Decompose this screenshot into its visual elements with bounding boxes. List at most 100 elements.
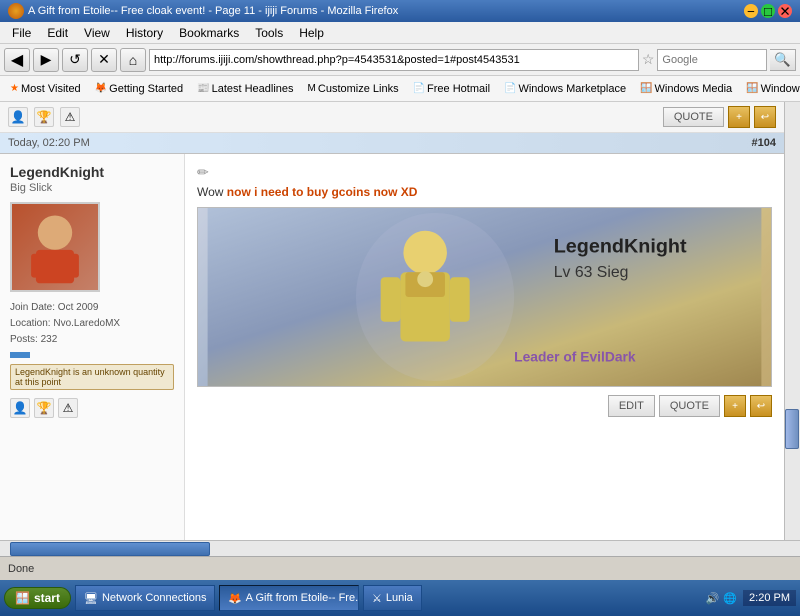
user-icons-bottom: 👤 🏆 ⚠: [10, 398, 174, 418]
network-icon: 🖥: [84, 592, 98, 605]
scrollbar-thumb-horizontal[interactable]: [10, 542, 210, 556]
svg-text:LegendKnight: LegendKnight: [554, 236, 687, 258]
scrollbar-thumb-vertical[interactable]: [785, 409, 799, 449]
menu-file[interactable]: File: [4, 24, 39, 42]
quote-top-button[interactable]: QUOTE: [663, 107, 724, 127]
firefox-bookmark-icon: 🦊: [95, 83, 107, 94]
join-date: Join Date: Oct 2009: [10, 300, 174, 316]
post-text-bold: now i need to buy gcoins now XD: [227, 185, 418, 199]
scrollbar-vertical[interactable]: [784, 102, 800, 540]
user-bar: [10, 352, 30, 358]
svg-text:Leader of EvilDark: Leader of EvilDark: [514, 348, 636, 364]
bookmark-windows-media[interactable]: 🪟 Windows Media: [634, 81, 738, 97]
small-bottom-btn-2[interactable]: ↩: [750, 395, 772, 417]
bookmark-customize-links[interactable]: M Customize Links: [302, 81, 405, 97]
search-input[interactable]: [657, 49, 767, 71]
taskbar-item-network[interactable]: 🖥 Network Connections: [75, 585, 215, 611]
bookmark-label: Windows: [761, 83, 800, 95]
post-body: ✏ Wow now i need to buy gcoins now XD: [185, 154, 784, 540]
back-button[interactable]: ◀: [4, 48, 30, 72]
user-icon-alert-bottom: ⚠: [58, 398, 78, 418]
post-text: Wow now i need to buy gcoins now XD: [197, 185, 772, 199]
volume-icon: 🌐: [723, 592, 737, 605]
customize-icon: M: [308, 83, 316, 94]
quote-bottom-button[interactable]: QUOTE: [659, 395, 720, 417]
svg-text:Lv 63 Sieg: Lv 63 Sieg: [554, 264, 629, 281]
post-actions-body-bottom: EDIT QUOTE + ↩: [197, 395, 772, 417]
window-title: A Gift from Etoile-- Free cloak event! -…: [28, 5, 398, 17]
marketplace-icon: 📄: [504, 83, 516, 94]
bookmarks-bar: ★ Most Visited 🦊 Getting Started 📰 Lates…: [0, 76, 800, 102]
user-icon-award: 🏆: [34, 107, 54, 127]
rss-icon: 📰: [197, 83, 209, 94]
taskbar-firefox-icon: 🦊: [228, 592, 242, 605]
stop-button[interactable]: ✕: [91, 48, 117, 72]
menu-bookmarks[interactable]: Bookmarks: [171, 24, 247, 42]
small-action-btn-1[interactable]: +: [728, 106, 750, 128]
close-button[interactable]: ✕: [778, 4, 792, 18]
taskbar-system-icons: 🔊 🌐: [706, 592, 737, 605]
address-bar[interactable]: [149, 49, 639, 71]
small-bottom-btn-1[interactable]: +: [724, 395, 746, 417]
title-bar: A Gift from Etoile-- Free cloak event! -…: [0, 0, 800, 22]
menu-view[interactable]: View: [76, 24, 118, 42]
forward-button[interactable]: ▶: [33, 48, 59, 72]
username: LegendKnight: [10, 164, 174, 180]
menu-help[interactable]: Help: [291, 24, 332, 42]
browser-content: 👤 🏆 ⚠ QUOTE + ↩ Today, 02:20 PM #104 Leg…: [0, 102, 800, 540]
small-action-btn-2[interactable]: ↩: [754, 106, 776, 128]
user-icons-top: 👤 🏆 ⚠: [8, 107, 80, 127]
user-icon-profile: 👤: [8, 107, 28, 127]
star-icon: ★: [10, 83, 19, 94]
start-button[interactable]: 🪟 start: [4, 587, 71, 609]
windows-media-icon: 🪟: [640, 83, 652, 94]
taskbar: 🪟 start 🖥 Network Connections 🦊 A Gift f…: [0, 580, 800, 616]
bookmark-free-hotmail[interactable]: 📄 Free Hotmail: [407, 81, 496, 97]
edit-icon: ✏: [197, 164, 772, 181]
start-label: start: [34, 591, 60, 605]
bookmark-label: Free Hotmail: [427, 83, 490, 95]
maximize-button[interactable]: □: [761, 4, 775, 18]
star-button[interactable]: ☆: [642, 51, 655, 68]
post-signature: LegendKnight Lv 63 Sieg Leader of EvilDa…: [197, 207, 772, 387]
bookmark-windows-marketplace[interactable]: 📄 Windows Marketplace: [498, 81, 632, 97]
hotmail-icon: 📄: [413, 83, 425, 94]
menu-history[interactable]: History: [118, 24, 171, 42]
post-container: LegendKnight Big Slick: [0, 154, 784, 540]
bookmark-latest-headlines[interactable]: 📰 Latest Headlines: [191, 81, 299, 97]
bookmark-label: Windows Media: [655, 83, 733, 95]
user-rank: Big Slick: [10, 182, 174, 194]
signature-image: LegendKnight Lv 63 Sieg Leader of EvilDa…: [198, 208, 771, 386]
bookmark-getting-started[interactable]: 🦊 Getting Started: [89, 81, 189, 97]
home-button[interactable]: ⌂: [120, 48, 146, 72]
edit-bottom-button[interactable]: EDIT: [608, 395, 655, 417]
menu-tools[interactable]: Tools: [247, 24, 291, 42]
scrollbar-horizontal[interactable]: [0, 540, 800, 556]
network-status-icon: 🔊: [706, 592, 720, 605]
avatar: [10, 202, 100, 292]
user-icon-award-bottom: 🏆: [34, 398, 54, 418]
post-actions-top: 👤 🏆 ⚠ QUOTE + ↩: [0, 102, 784, 133]
lunia-icon: ⚔: [372, 592, 382, 605]
taskbar-item-label: A Gift from Etoile-- Fre...: [246, 592, 359, 604]
post-header: Today, 02:20 PM #104: [0, 133, 784, 154]
menu-bar: File Edit View History Bookmarks Tools H…: [0, 22, 800, 44]
reload-button[interactable]: ↺: [62, 48, 88, 72]
bookmark-most-visited[interactable]: ★ Most Visited: [4, 81, 87, 97]
taskbar-item-label: Network Connections: [102, 592, 207, 604]
post-timestamp: Today, 02:20 PM: [8, 137, 90, 149]
bookmark-windows[interactable]: 🪟 Windows: [740, 81, 800, 97]
user-rep-bar: LegendKnight is an unknown quantity at t…: [10, 364, 174, 390]
bookmark-label: Getting Started: [109, 83, 183, 95]
status-bar: Done: [0, 556, 800, 580]
taskbar-item-firefox[interactable]: 🦊 A Gift from Etoile-- Fre...: [219, 585, 359, 611]
post-text-plain: Wow: [197, 185, 227, 199]
taskbar-item-lunia[interactable]: ⚔ Lunia: [363, 585, 422, 611]
user-icon-profile-bottom: 👤: [10, 398, 30, 418]
search-button[interactable]: 🔍: [770, 49, 796, 71]
minimize-button[interactable]: −: [744, 4, 758, 18]
taskbar-right: 🔊 🌐 2:20 PM: [706, 590, 796, 606]
status-text: Done: [8, 563, 34, 575]
menu-edit[interactable]: Edit: [39, 24, 76, 42]
user-details: Join Date: Oct 2009 Location: Nvo.Laredo…: [10, 300, 174, 348]
